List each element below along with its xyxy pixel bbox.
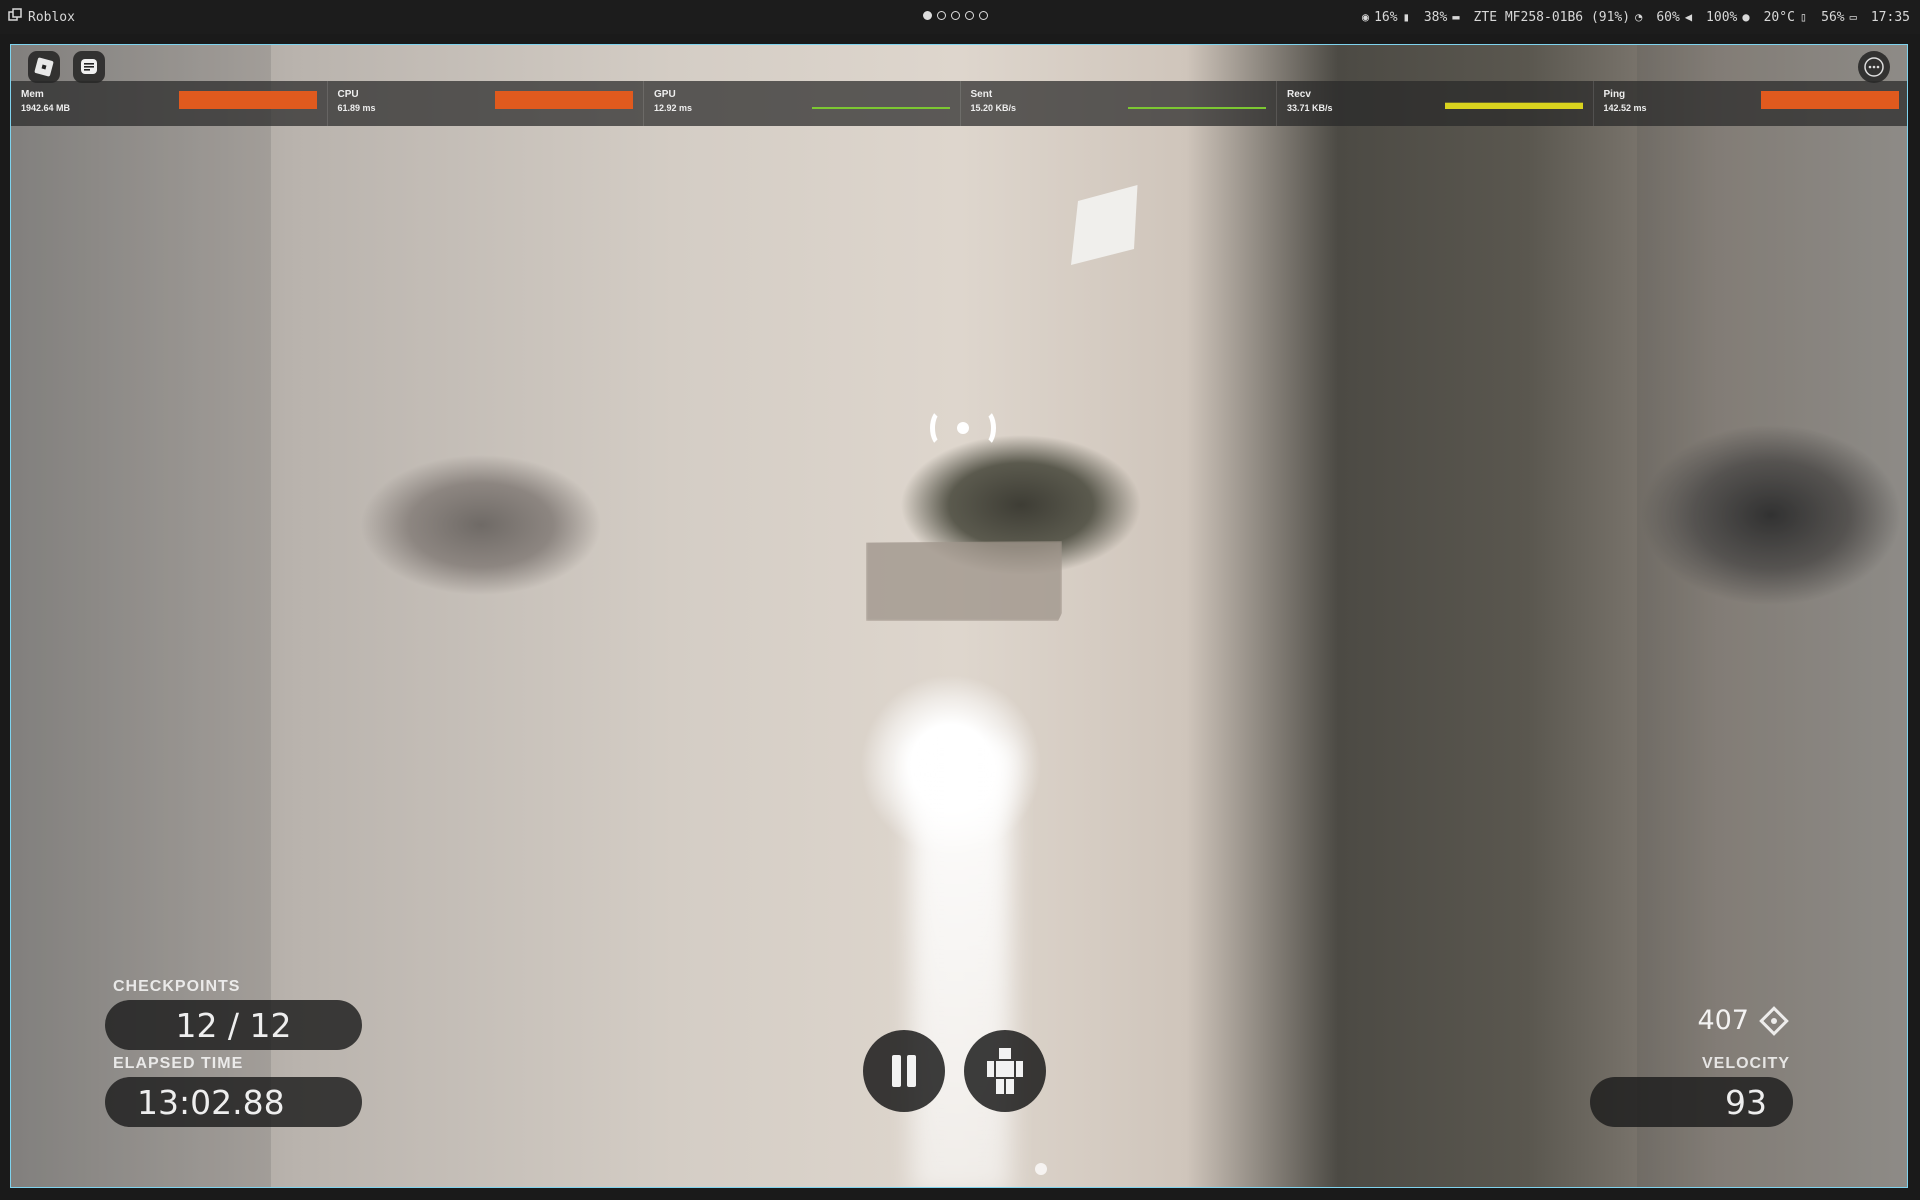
workspace-1[interactable] (923, 11, 932, 20)
stat-value: 142.52 ms (1603, 103, 1647, 113)
roblox-logo-icon (34, 57, 54, 77)
velocity-display: 93 (1590, 1077, 1793, 1127)
status-area: ◉ 16% ▮ 38% ▬ ZTE MF258-01B6 (91%) ◔ 60%… (1362, 0, 1910, 34)
status-power[interactable]: 56% ▭ (1821, 10, 1857, 25)
status-volume[interactable]: 100% ● (1706, 10, 1750, 25)
stat-value: 33.71 KB/s (1287, 103, 1333, 113)
stat-graph-fill (1128, 107, 1266, 109)
ellipsis-icon (1864, 57, 1884, 77)
workspace-2[interactable] (937, 11, 946, 20)
checkpoints-value: 12 / 12 (175, 1005, 292, 1045)
performance-stats-bar: Mem 1942.64 MB CPU 61.89 ms GPU 12.92 ms… (11, 81, 1908, 126)
elapsed-time-display: 13:02.88 (105, 1077, 362, 1127)
scroll-indicator-dot (1035, 1163, 1047, 1175)
light-beam (911, 745, 1011, 1187)
battery-level-icon: ▭ (1849, 10, 1857, 24)
elapsed-time-label: ELAPSED TIME (113, 1055, 244, 1072)
stat-graph (1444, 102, 1583, 109)
status-temperature[interactable]: 20°C ▯ (1764, 10, 1808, 25)
stat-graph (1761, 91, 1899, 109)
stat-value: 61.89 ms (337, 103, 376, 113)
stat-value: 15.20 KB/s (970, 103, 1017, 113)
stat-gpu[interactable]: GPU 12.92 ms (644, 81, 961, 126)
checkpoints-label: CHECKPOINTS (113, 978, 241, 995)
phone-battery-icon: ▮ (1402, 10, 1410, 24)
wall-decal (1071, 185, 1138, 265)
avatar-figure-icon (987, 1048, 1023, 1094)
crosshair-reticle (928, 403, 998, 453)
system-bar: Roblox ◉ 16% ▮ 38% ▬ ZTE MF258-01B6 (91%… (0, 0, 1920, 34)
pause-icon (892, 1055, 916, 1087)
stat-label: Recv (1287, 89, 1311, 100)
stat-graph-fill (1761, 91, 1899, 109)
roblox-menu-button[interactable] (28, 51, 60, 83)
speaker-icon: ◀ (1684, 10, 1693, 24)
window-icon (8, 8, 22, 26)
stat-label: Sent (970, 89, 993, 100)
stat-recv[interactable]: Recv 33.71 KB/s (1277, 81, 1594, 126)
status-brightness[interactable]: 60% ◀ (1656, 10, 1692, 25)
stat-graph (178, 91, 317, 109)
stat-mem[interactable]: Mem 1942.64 MB (11, 81, 328, 126)
chat-button[interactable] (73, 51, 105, 83)
stat-graph-fill (178, 91, 317, 109)
stat-label: Mem (21, 89, 44, 100)
chat-icon (81, 59, 97, 74)
wifi-icon: ◔ (1635, 10, 1643, 24)
diamond-target-icon (1759, 1005, 1789, 1036)
stat-cpu[interactable]: CPU 61.89 ms (328, 81, 644, 126)
velocity-label: VELOCITY (1701, 1055, 1790, 1072)
elapsed-time-value: 13:02.88 (137, 1082, 285, 1122)
stat-label: Ping (1603, 89, 1626, 100)
thermometer-icon: ▯ (1799, 10, 1808, 24)
eye-off-icon: ◉ (1361, 10, 1370, 24)
score-display: 407 (1697, 1005, 1789, 1036)
reticle-arc-right (974, 409, 996, 447)
stat-graph-fill (811, 107, 950, 109)
stat-graph-fill (1444, 102, 1583, 109)
workspace-4[interactable] (965, 11, 974, 20)
stat-value: 12.92 ms (654, 103, 693, 113)
microphone-icon: ● (1742, 10, 1750, 24)
velocity-value: 93 (1725, 1082, 1767, 1122)
reticle-arc-left (930, 409, 952, 447)
stat-graph (1128, 107, 1266, 109)
workspace-indicator (923, 11, 988, 20)
stat-graph (811, 107, 950, 109)
checkpoints-counter: 12 / 12 (105, 1000, 362, 1050)
workspace-5[interactable] (979, 11, 988, 20)
score-value: 407 (1697, 1005, 1749, 1036)
game-viewport[interactable]: Mem 1942.64 MB CPU 61.89 ms GPU 12.92 ms… (10, 44, 1908, 1188)
stat-graph (495, 91, 633, 109)
more-options-button[interactable] (1858, 51, 1890, 83)
stat-label: GPU (654, 89, 676, 100)
stat-sent[interactable]: Sent 15.20 KB/s (961, 81, 1277, 126)
status-battery[interactable]: 38% ▬ (1424, 10, 1460, 25)
status-privacy[interactable]: ◉ 16% ▮ (1362, 10, 1410, 25)
stat-ping[interactable]: Ping 142.52 ms (1594, 81, 1908, 126)
player-character (866, 541, 1062, 621)
pause-button[interactable] (863, 1030, 945, 1112)
battery-icon: ▬ (1452, 10, 1460, 24)
character-button[interactable] (964, 1030, 1046, 1112)
status-network[interactable]: ZTE MF258-01B6 (91%) ◔ (1474, 10, 1643, 25)
stat-label: CPU (337, 89, 359, 100)
workspace-3[interactable] (951, 11, 960, 20)
app-name: Roblox (28, 9, 75, 25)
reticle-dot (957, 422, 969, 434)
active-app[interactable]: Roblox (8, 0, 75, 34)
stat-graph-fill (495, 91, 633, 109)
status-clock[interactable]: 17:35 (1871, 10, 1910, 25)
stat-value: 1942.64 MB (21, 103, 71, 113)
